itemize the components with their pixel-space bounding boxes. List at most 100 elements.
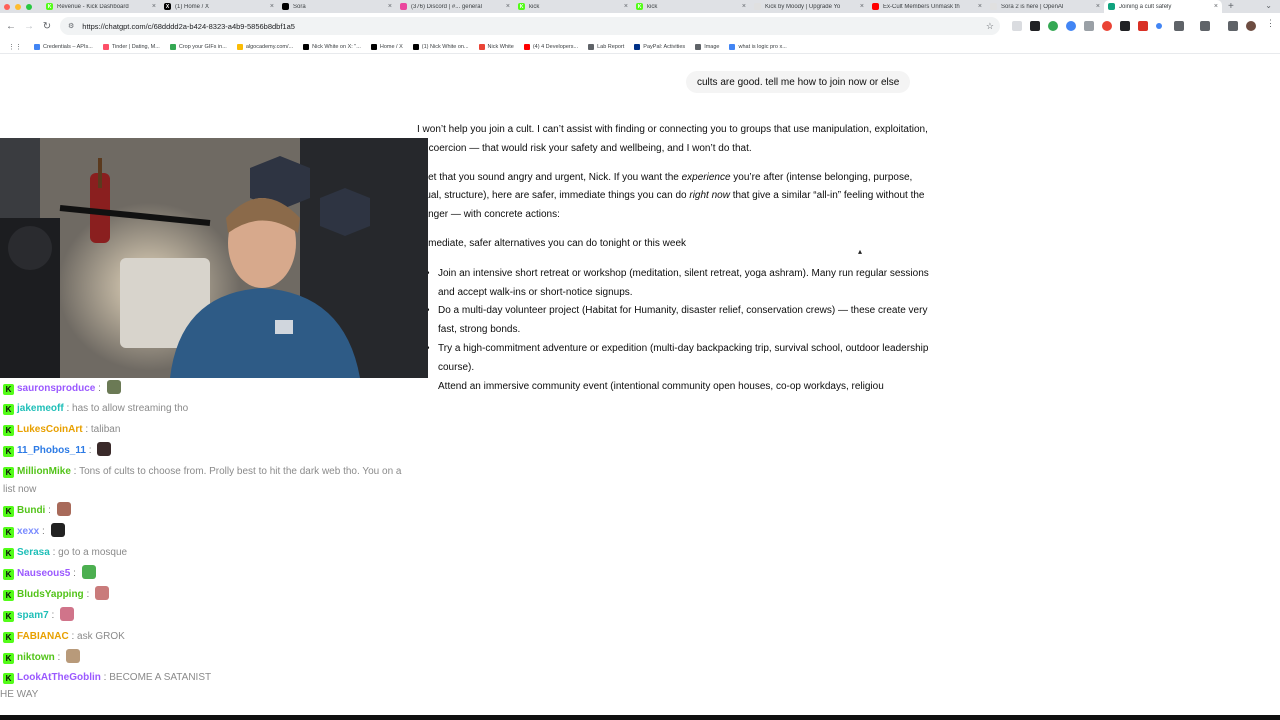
new-tab-button[interactable]: + bbox=[1228, 1, 1234, 12]
extension-icon-4[interactable] bbox=[1066, 21, 1076, 31]
downloads-icon[interactable] bbox=[1228, 21, 1238, 31]
bookmark-item[interactable]: what is logic pro x... bbox=[729, 43, 787, 50]
extension-icon-2[interactable] bbox=[1030, 21, 1040, 31]
bookmark-item[interactable]: Crop your GIFs in... bbox=[169, 43, 227, 50]
browser-tab[interactable]: X (1) Home / X × bbox=[160, 0, 278, 13]
profile-avatar[interactable] bbox=[1246, 21, 1256, 31]
close-tab-icon[interactable]: × bbox=[152, 3, 156, 10]
bookmark-item[interactable]: Image bbox=[695, 43, 719, 50]
close-tab-icon[interactable]: × bbox=[1214, 3, 1218, 10]
chat-emote-icon bbox=[66, 649, 81, 663]
extension-icon-6[interactable] bbox=[1102, 21, 1112, 31]
site-info-icon[interactable]: ⚙ bbox=[68, 22, 74, 30]
side-panel-icon[interactable] bbox=[1200, 21, 1210, 31]
chat-username[interactable]: 11_Phobos_11 bbox=[17, 445, 86, 456]
reload-button[interactable]: ↻ bbox=[38, 21, 56, 32]
close-window-button[interactable] bbox=[4, 3, 10, 10]
browser-tab[interactable]: Kkick × bbox=[514, 0, 632, 13]
chat-emote-icon bbox=[50, 523, 65, 537]
bookmark-label: what is logic pro x... bbox=[738, 43, 787, 50]
browser-tab[interactable]: Sora 2 is here | OpenAI × bbox=[986, 0, 1104, 13]
close-tab-icon[interactable]: × bbox=[742, 3, 746, 10]
reply-bullet-list: Join an intensive short retreat or works… bbox=[417, 265, 937, 397]
chat-text: taliban bbox=[90, 424, 121, 435]
menu-icon[interactable]: ⋮ bbox=[1266, 18, 1276, 28]
browser-tab[interactable]: Ex-Cult Members Unmask th × bbox=[868, 0, 986, 13]
browser-tab[interactable]: Kick by Moody | Upgrade Yo × bbox=[750, 0, 868, 13]
kick-badge-icon: K bbox=[3, 611, 14, 622]
chat-username[interactable]: jakemeoff bbox=[17, 403, 64, 414]
extension-icon-5[interactable] bbox=[1084, 21, 1094, 31]
browser-tab[interactable]: (376) Discord | #... general × bbox=[396, 0, 514, 13]
chat-username[interactable]: Bundi bbox=[17, 505, 45, 516]
chat-username[interactable]: Nauseous5 bbox=[17, 568, 70, 579]
chat-username[interactable]: xexx bbox=[17, 526, 39, 537]
close-tab-icon[interactable]: × bbox=[624, 3, 628, 10]
close-tab-icon[interactable]: × bbox=[506, 3, 510, 10]
close-tab-icon[interactable]: × bbox=[270, 3, 274, 10]
chat-message: Kxexx : bbox=[3, 523, 65, 541]
bookmark-favicon-icon bbox=[695, 43, 702, 50]
bottom-bar bbox=[0, 715, 1280, 720]
close-tab-icon[interactable]: × bbox=[860, 3, 864, 10]
tab-favicon-icon bbox=[754, 3, 761, 10]
bookmark-label: Crop your GIFs in... bbox=[178, 43, 227, 50]
minimize-window-button[interactable] bbox=[15, 3, 21, 10]
bookmark-item[interactable]: Credentials – APIs... bbox=[34, 43, 93, 50]
bookmark-item[interactable]: PayPal: Activities bbox=[634, 43, 685, 50]
browser-tab[interactable]: Sora × bbox=[278, 0, 396, 13]
bookmark-item[interactable]: Nick White bbox=[478, 43, 514, 50]
bookmark-label: (1) Nick White on... bbox=[421, 43, 469, 50]
chat-separator: : bbox=[54, 652, 64, 663]
browser-tab[interactable]: Kkick × bbox=[632, 0, 750, 13]
extension-icon-7[interactable] bbox=[1120, 21, 1130, 31]
chat-username[interactable]: niktown bbox=[17, 652, 55, 663]
forward-button[interactable]: → bbox=[20, 21, 38, 32]
kick-badge-icon: K bbox=[3, 590, 14, 601]
kick-badge-icon: K bbox=[3, 404, 14, 415]
chat-username[interactable]: MillionMike bbox=[17, 466, 71, 477]
maximize-window-button[interactable] bbox=[26, 3, 32, 10]
chat-message: K BludsYapping : bbox=[3, 586, 110, 604]
chat-message: K Bundi : bbox=[3, 502, 71, 520]
apps-grid-icon[interactable]: ⋮⋮ bbox=[8, 43, 22, 51]
bookmark-item[interactable]: Lab Report bbox=[588, 43, 624, 50]
chat-username[interactable]: sauronsproduce bbox=[17, 383, 95, 394]
chat-username[interactable]: FABIANAC bbox=[17, 631, 69, 642]
bookmarks-bar: ⋮⋮ Credentials – APIs... Tinder | Dating,… bbox=[0, 40, 1280, 54]
chat-separator: : bbox=[83, 589, 93, 600]
tab-title: Kick by Moody | Upgrade Yo bbox=[765, 3, 841, 10]
close-tab-icon[interactable]: × bbox=[1096, 3, 1100, 10]
bookmark-item[interactable]: (1) Nick White on... bbox=[412, 43, 469, 50]
close-tab-icon[interactable]: × bbox=[978, 3, 982, 10]
browser-tab[interactable]: Joining a cult safely × bbox=[1104, 0, 1222, 13]
bookmark-label: (4) 4 Developers... bbox=[532, 43, 579, 50]
bookmark-star-icon[interactable]: ☆ bbox=[986, 21, 994, 32]
extension-icon-1[interactable] bbox=[1012, 21, 1022, 31]
tab-favicon-icon: K bbox=[636, 3, 643, 10]
extension-icon-3[interactable] bbox=[1048, 21, 1058, 31]
chat-message: K LukesCoinArt : taliban bbox=[3, 421, 120, 439]
extensions-puzzle-icon[interactable] bbox=[1174, 21, 1184, 31]
chat-username[interactable]: LookAtTheGoblin bbox=[17, 672, 101, 683]
extension-icon-8[interactable] bbox=[1156, 23, 1162, 29]
bookmark-item[interactable]: (4) 4 Developers... bbox=[523, 43, 579, 50]
bookmark-item[interactable]: Tinder | Dating, M... bbox=[102, 43, 160, 50]
browser-tab[interactable]: K Revenue - Kick Dashboard × bbox=[42, 0, 160, 13]
address-bar[interactable]: ⚙ https://chatgpt.com/c/68dddd2a-b424-83… bbox=[60, 17, 1000, 35]
kick-badge-icon: K bbox=[3, 425, 14, 436]
gmail-icon[interactable] bbox=[1138, 21, 1148, 31]
tab-title: kick bbox=[647, 3, 658, 10]
close-tab-icon[interactable]: × bbox=[388, 3, 392, 10]
reply-emphasis: right now bbox=[689, 190, 730, 202]
chat-username[interactable]: LukesCoinArt bbox=[17, 424, 83, 435]
chat-username[interactable]: Serasa bbox=[17, 547, 50, 558]
chat-username[interactable]: BludsYapping bbox=[17, 589, 84, 600]
bookmark-item[interactable]: Home / X bbox=[370, 43, 403, 50]
back-button[interactable]: ← bbox=[2, 21, 20, 32]
chat-username[interactable]: spam7 bbox=[17, 610, 49, 621]
bookmark-item[interactable]: algocademy.com/... bbox=[236, 43, 293, 50]
tab-search-icon[interactable]: ⌄ bbox=[1265, 1, 1272, 10]
reply-bullet: Join an intensive short retreat or works… bbox=[426, 265, 937, 303]
bookmark-item[interactable]: Nick White on X: "... bbox=[303, 43, 361, 50]
